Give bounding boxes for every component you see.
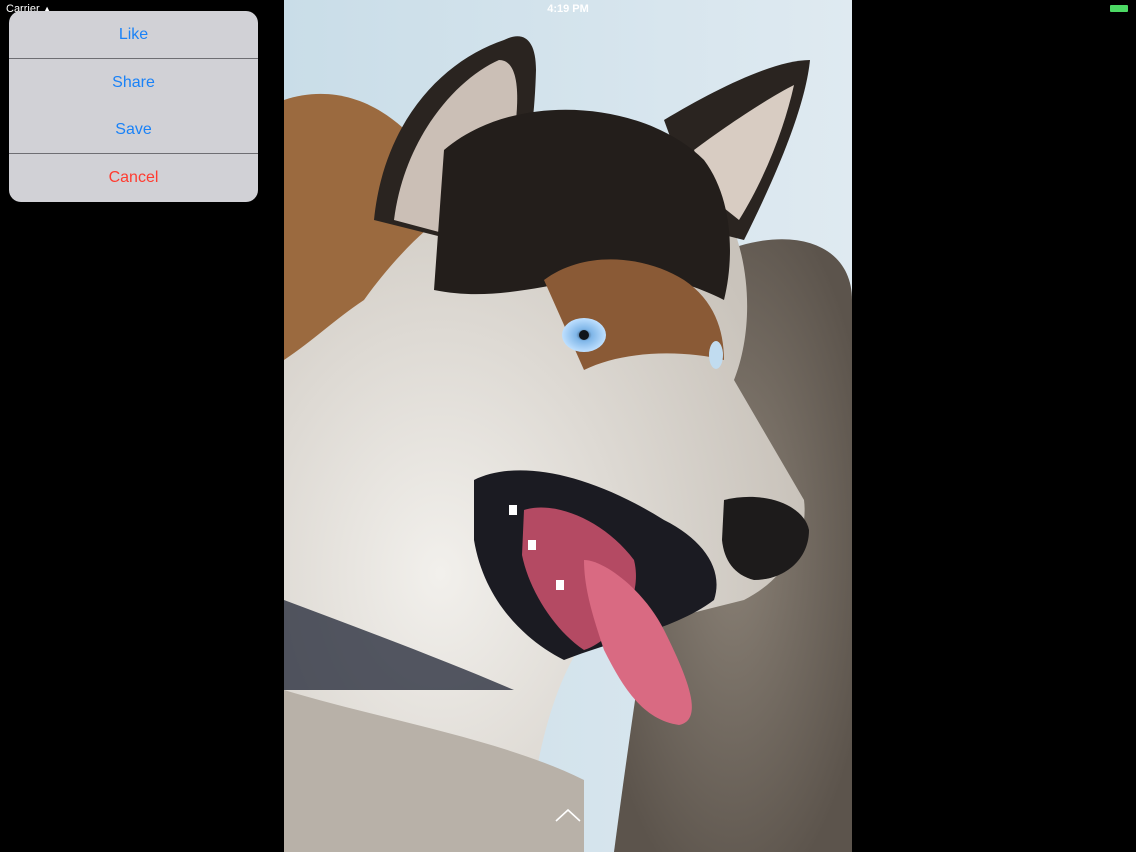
share-button[interactable]: Share bbox=[9, 59, 258, 106]
cancel-button[interactable]: Cancel bbox=[9, 154, 258, 201]
screen: Carrier ▲ 4:19 PM Like Share Save Cancel bbox=[0, 0, 1136, 852]
photo-illustration bbox=[284, 0, 852, 852]
chevron-up-icon[interactable] bbox=[553, 806, 583, 824]
like-button[interactable]: Like bbox=[9, 11, 258, 58]
save-button[interactable]: Save bbox=[9, 106, 258, 153]
action-sheet: Like Share Save Cancel bbox=[9, 11, 258, 202]
battery-icon bbox=[1110, 5, 1128, 12]
husky-dog-photo[interactable] bbox=[284, 0, 852, 852]
